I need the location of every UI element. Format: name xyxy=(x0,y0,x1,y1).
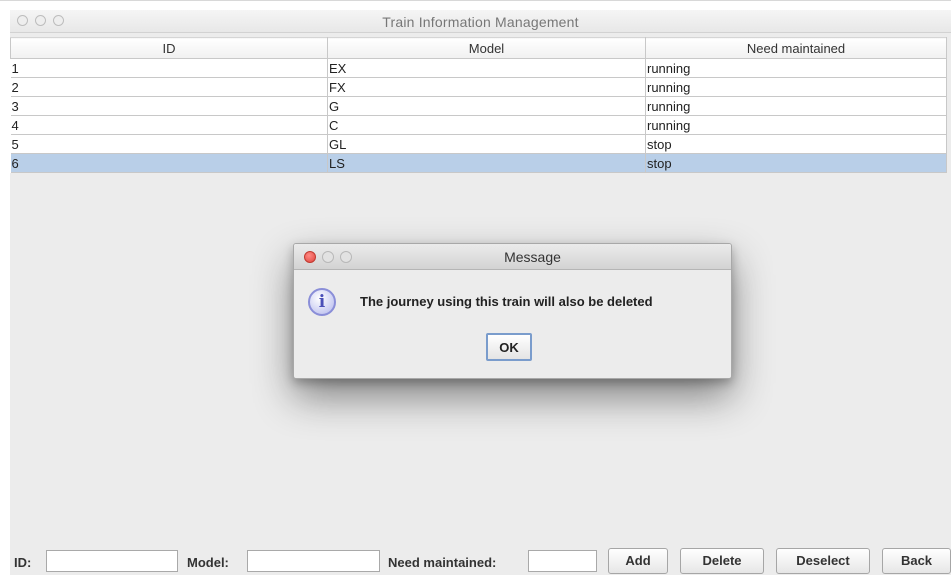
form-bar: ID: Model: Need maintained: Add Delete D… xyxy=(10,547,951,575)
cell-need-maintained: stop xyxy=(645,153,947,173)
cell-need-maintained: running xyxy=(645,77,947,97)
cell-id: 1 xyxy=(10,58,328,78)
cell-model: LS xyxy=(327,153,646,173)
train-table: ID Model Need maintained 1 EX running 2 … xyxy=(10,37,947,173)
column-header-need-maintained[interactable]: Need maintained xyxy=(645,37,947,59)
window-title: Train Information Management xyxy=(382,14,579,30)
add-button[interactable]: Add xyxy=(608,548,668,574)
dialog-titlebar[interactable]: Message xyxy=(294,244,731,270)
table-header: ID Model Need maintained xyxy=(10,37,947,59)
table-row[interactable]: 2 FX running xyxy=(10,77,947,97)
dialog-message: The journey using this train will also b… xyxy=(360,294,653,309)
id-label: ID: xyxy=(14,555,32,570)
cell-id: 3 xyxy=(10,96,328,116)
cell-id: 6 xyxy=(10,153,328,173)
need-maintained-input[interactable] xyxy=(528,550,597,572)
table-row[interactable]: 1 EX running xyxy=(10,58,947,78)
table-row[interactable]: 3 G running xyxy=(10,96,947,116)
cell-model: G xyxy=(327,96,646,116)
cell-need-maintained: stop xyxy=(645,134,947,154)
deselect-button[interactable]: Deselect xyxy=(776,548,870,574)
column-header-model[interactable]: Model xyxy=(327,37,646,59)
table-row-selected[interactable]: 6 LS stop xyxy=(10,153,947,173)
table-row[interactable]: 5 GL stop xyxy=(10,134,947,154)
table-row[interactable]: 4 C running xyxy=(10,115,947,135)
delete-button[interactable]: Delete xyxy=(680,548,764,574)
id-input[interactable] xyxy=(46,550,178,572)
cell-model: GL xyxy=(327,134,646,154)
cell-id: 4 xyxy=(10,115,328,135)
model-label: Model: xyxy=(187,555,229,570)
model-input[interactable] xyxy=(247,550,380,572)
cell-model: C xyxy=(327,115,646,135)
cell-need-maintained: running xyxy=(645,115,947,135)
window-titlebar[interactable]: Train Information Management xyxy=(10,10,951,33)
cell-need-maintained: running xyxy=(645,58,947,78)
column-header-id[interactable]: ID xyxy=(10,37,328,59)
cell-id: 5 xyxy=(10,134,328,154)
cell-need-maintained: running xyxy=(645,96,947,116)
cell-model: EX xyxy=(327,58,646,78)
cell-model: FX xyxy=(327,77,646,97)
background-strip xyxy=(0,0,951,10)
need-maintained-label: Need maintained: xyxy=(388,555,497,570)
info-icon: i xyxy=(308,288,336,316)
dialog-title: Message xyxy=(504,249,561,265)
ok-button[interactable]: OK xyxy=(486,333,532,361)
cell-id: 2 xyxy=(10,77,328,97)
back-button[interactable]: Back xyxy=(882,548,951,574)
message-dialog: Message i The journey using this train w… xyxy=(293,243,732,379)
